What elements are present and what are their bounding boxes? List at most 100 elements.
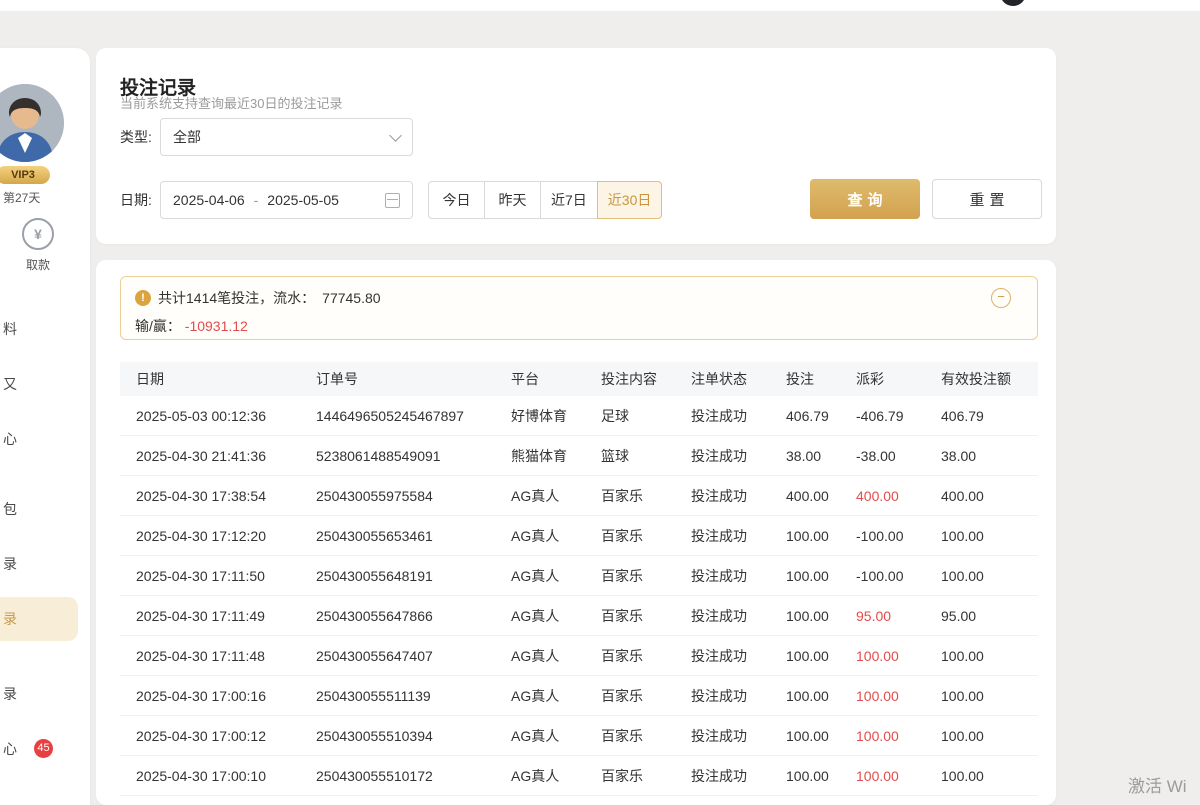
cell-status: 投注成功 — [691, 446, 786, 466]
cell-content: 百家乐 — [601, 646, 691, 666]
cell-valid: 100.00 — [941, 688, 1038, 704]
reset-button[interactable]: 重置 — [932, 179, 1042, 219]
user-avatar[interactable] — [0, 84, 64, 162]
column-header: 订单号 — [316, 369, 511, 389]
type-select[interactable]: 全部 — [160, 118, 413, 156]
quick-range-button[interactable]: 近30日 — [597, 181, 663, 219]
sidebar-item[interactable]: 录 — [0, 672, 90, 716]
table-row: 2025-04-30 17:38:54250430055975584AG真人百家… — [120, 476, 1038, 516]
withdraw-label: 取款 — [16, 256, 60, 273]
sidebar-item[interactable]: 包 — [0, 487, 90, 531]
cell-status: 投注成功 — [691, 406, 786, 426]
sidebar-item[interactable]: 心 — [0, 417, 90, 461]
column-header: 注单状态 — [691, 369, 786, 389]
cell-order: 250430055653461 — [316, 528, 511, 544]
cell-order: 250430055510394 — [316, 728, 511, 744]
topbar-avatar[interactable] — [1000, 0, 1026, 6]
cell-date: 2025-04-30 17:11:50 — [136, 568, 316, 584]
cell-order: 250430055510172 — [316, 768, 511, 784]
quick-range-button[interactable]: 今日 — [428, 181, 485, 219]
cell-platform: AG真人 — [511, 486, 601, 506]
type-select-value: 全部 — [173, 127, 201, 147]
sidebar-item[interactable]: 料 — [0, 307, 90, 351]
cell-content: 百家乐 — [601, 526, 691, 546]
filters-card: 投注记录 当前系统支持查询最近30日的投注记录 类型: 全部 日期: 2025-… — [96, 48, 1056, 244]
cell-bet: 100.00 — [786, 688, 856, 704]
sidebar-item-label: 录 — [3, 611, 17, 627]
cell-order: 250430055647407 — [316, 648, 511, 664]
cell-content: 百家乐 — [601, 606, 691, 626]
cell-bet: 38.00 — [786, 448, 856, 464]
sidebar-item[interactable]: 录 — [0, 542, 90, 586]
column-header: 平台 — [511, 369, 601, 389]
sidebar-item-label: 录 — [3, 556, 17, 572]
nav-item[interactable]: 存款 — [700, 0, 728, 3]
cell-order: 250430055647866 — [316, 608, 511, 624]
cell-status: 投注成功 — [691, 726, 786, 746]
date-end-value: 2025-05-05 — [267, 192, 339, 208]
cell-bet: 400.00 — [786, 488, 856, 504]
cell-bet: 100.00 — [786, 608, 856, 624]
sidebar-item[interactable]: 心45 — [0, 727, 90, 771]
table-row: 2025-04-30 17:11:48250430055647407AG真人百家… — [120, 636, 1038, 676]
results-card: ! 共计1414笔投注，流水： 77745.80 输/赢： -10931.12 … — [96, 260, 1056, 805]
quick-range-button[interactable]: 昨天 — [484, 181, 541, 219]
notification-badge: 45 — [34, 739, 53, 758]
table-row: 2025-04-30 17:00:10250430055510172AG真人百家… — [120, 756, 1038, 796]
search-button[interactable]: 查询 — [810, 179, 920, 219]
nav-item[interactable]: 转账 — [754, 0, 782, 3]
cell-date: 2025-04-30 21:41:36 — [136, 448, 316, 464]
cell-valid: 406.79 — [941, 408, 1038, 424]
cell-bet: 100.00 — [786, 528, 856, 544]
cell-order: 250430055975584 — [316, 488, 511, 504]
sidebar-item-label: 料 — [3, 321, 17, 337]
sidebar-item-label: 又 — [3, 376, 17, 392]
cell-content: 足球 — [601, 406, 691, 426]
date-range-input[interactable]: 2025-04-06 - 2025-05-05 — [160, 181, 413, 219]
cell-content: 百家乐 — [601, 726, 691, 746]
cell-platform: AG真人 — [511, 726, 601, 746]
cell-payout: 100.00 — [856, 768, 941, 784]
column-header: 派彩 — [856, 369, 941, 389]
vip-badge: VIP3 — [0, 166, 50, 184]
cell-valid: 38.00 — [941, 448, 1038, 464]
cell-valid: 100.00 — [941, 728, 1038, 744]
cell-valid: 100.00 — [941, 768, 1038, 784]
cell-payout: -100.00 — [856, 528, 941, 544]
info-icon: ! — [135, 290, 151, 306]
cell-platform: AG真人 — [511, 566, 601, 586]
welcome-text: 欢迎您回来 — [862, 0, 932, 3]
cell-content: 百家乐 — [601, 566, 691, 586]
summary-turnover: 77745.80 — [322, 290, 380, 306]
cell-content: 百家乐 — [601, 766, 691, 786]
date-separator: - — [254, 192, 259, 208]
cell-bet: 100.00 — [786, 728, 856, 744]
table-row: 2025-04-30 17:12:20250430055653461AG真人百家… — [120, 516, 1038, 556]
cell-status: 投注成功 — [691, 486, 786, 506]
cell-platform: AG真人 — [511, 766, 601, 786]
sidebar-item[interactable]: 录 — [0, 597, 78, 641]
cell-valid: 100.00 — [941, 648, 1038, 664]
quick-range-button[interactable]: 近7日 — [540, 181, 598, 219]
sidebar-menu: 料又心包录录录心45 — [0, 307, 90, 771]
nav-item[interactable]: 取款 — [808, 0, 836, 3]
cell-valid: 100.00 — [941, 568, 1038, 584]
collapse-icon[interactable]: − — [991, 288, 1011, 308]
cell-date: 2025-04-30 17:38:54 — [136, 488, 316, 504]
summary-panel: ! 共计1414笔投注，流水： 77745.80 输/赢： -10931.12 … — [120, 276, 1038, 340]
cell-payout: 100.00 — [856, 688, 941, 704]
chevron-down-icon — [389, 129, 402, 142]
table-header: 日期订单号平台投注内容注单状态投注派彩有效投注额 — [120, 362, 1038, 396]
cell-order: 250430055648191 — [316, 568, 511, 584]
withdraw-shortcut[interactable]: ¥ 取款 — [16, 218, 60, 273]
cell-payout: 400.00 — [856, 488, 941, 504]
vip-day-label: 第27天 — [3, 189, 40, 206]
activation-watermark: 激活 Wi — [1128, 772, 1187, 797]
sidebar-item[interactable]: 又 — [0, 362, 90, 406]
cell-date: 2025-04-30 17:00:10 — [136, 768, 316, 784]
cell-content: 百家乐 — [601, 486, 691, 506]
column-header: 有效投注额 — [941, 369, 1038, 389]
cell-valid: 95.00 — [941, 608, 1038, 624]
winloss-value: -10931.12 — [185, 318, 248, 334]
search-icon[interactable] — [958, 0, 974, 4]
